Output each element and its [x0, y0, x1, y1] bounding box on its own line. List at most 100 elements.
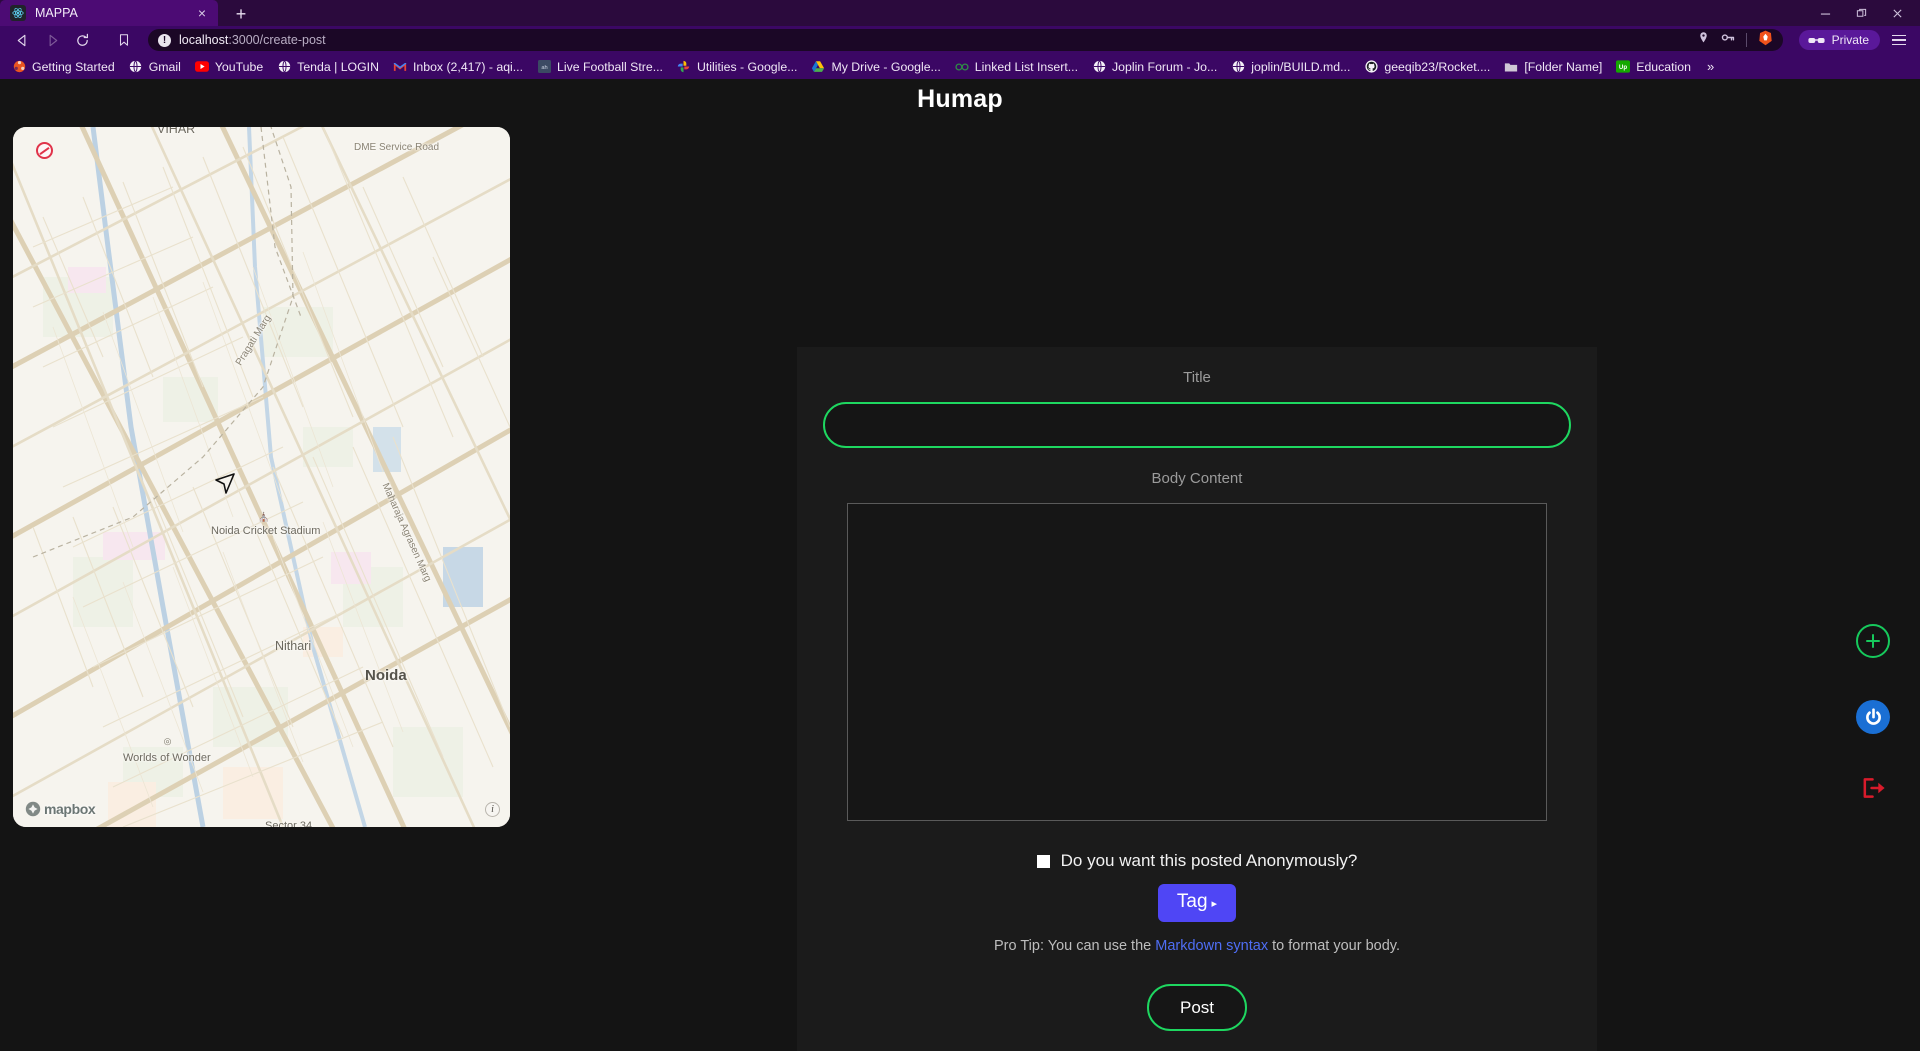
- url-bar-actions: [1697, 30, 1775, 51]
- url-bar[interactable]: ! localhost:3000/create-post: [148, 29, 1783, 51]
- create-post-form: Title Body Content Do you want this post…: [797, 347, 1597, 1051]
- bookmark-label: Getting Started: [32, 59, 115, 74]
- google-photos-icon: [677, 60, 691, 74]
- title-field-label: Title: [1183, 369, 1211, 386]
- bookmark-utilities[interactable]: Utilities - Google...: [671, 58, 803, 76]
- tab-title: MAPPA: [35, 6, 78, 20]
- brave-lion-icon[interactable]: [1758, 30, 1773, 51]
- browser-menu-icon[interactable]: [1886, 27, 1912, 53]
- browser-titlebar: MAPPA × +: [0, 0, 1920, 26]
- private-label: Private: [1831, 33, 1869, 47]
- bookmark-joplin-build[interactable]: joplin/BUILD.md...: [1225, 58, 1356, 76]
- react-atom-icon: [10, 5, 26, 21]
- map-card[interactable]: ⛪ DME Service Road VIHAR Pragati Marg No…: [13, 127, 510, 827]
- url-path: :3000/create-post: [228, 33, 326, 47]
- not-secure-icon: !: [158, 33, 171, 47]
- add-post-icon[interactable]: [1856, 624, 1890, 658]
- browser-tab[interactable]: MAPPA ×: [0, 0, 218, 26]
- youtube-icon: [194, 60, 209, 74]
- markdown-syntax-link[interactable]: Markdown syntax: [1155, 938, 1268, 954]
- metro-station-marker[interactable]: [36, 142, 53, 159]
- tag-button-label: Tag: [1176, 891, 1208, 912]
- bookmark-live-football[interactable]: ah Live Football Stre...: [531, 58, 669, 76]
- title-input[interactable]: [823, 402, 1571, 448]
- github-icon: [1364, 60, 1378, 74]
- logout-icon[interactable]: [1860, 776, 1887, 800]
- bookmark-icon[interactable]: [110, 27, 138, 53]
- app-header: Humap: [0, 79, 1920, 119]
- window-controls: [1808, 0, 1914, 26]
- bookmark-label: Gmail: [148, 59, 181, 74]
- maximize-icon[interactable]: [1844, 0, 1878, 26]
- bookmark-label: My Drive - Google...: [831, 59, 941, 74]
- map-tiles: [13, 127, 510, 827]
- gmail-icon: [393, 60, 407, 74]
- location-pin-icon[interactable]: [1697, 31, 1710, 49]
- close-tab-icon[interactable]: ×: [194, 6, 210, 20]
- bookmark-youtube[interactable]: YouTube: [189, 58, 269, 76]
- globe-icon: [1092, 60, 1106, 74]
- bookmark-geeqib23-rocket[interactable]: geeqib23/Rocket....: [1358, 58, 1496, 76]
- bookmark-getting-started[interactable]: Getting Started: [6, 58, 121, 76]
- bookmark-gmail[interactable]: Gmail: [123, 58, 187, 76]
- app-root: Humap ⛪ DME Service Road VIHAR Pragati M…: [0, 79, 1920, 1051]
- bookmark-linked-list[interactable]: Linked List Insert...: [949, 58, 1084, 76]
- upwork-icon: Up: [1616, 60, 1631, 74]
- close-window-icon[interactable]: [1880, 0, 1914, 26]
- globe-icon: [129, 60, 143, 74]
- url-text: localhost:3000/create-post: [179, 33, 1689, 47]
- globe-icon: [277, 60, 291, 74]
- bookmark-label: [Folder Name]: [1524, 59, 1603, 74]
- bookmarks-bar: Getting Started Gmail YouTube Tenda | LO…: [0, 54, 1920, 79]
- bookmark-label: Linked List Insert...: [974, 59, 1079, 74]
- power-icon[interactable]: [1856, 700, 1890, 734]
- browser-navbar: ! localhost:3000/create-post Private: [0, 26, 1920, 54]
- browser-chrome: MAPPA × + ! localhost:3000/create-post P…: [0, 0, 1920, 79]
- pro-tip-text: Pro Tip: You can use the Markdown syntax…: [994, 938, 1400, 954]
- minimize-icon[interactable]: [1808, 0, 1842, 26]
- reload-icon[interactable]: [68, 27, 96, 53]
- mapbox-attribution[interactable]: mapbox: [25, 801, 96, 817]
- svg-text:ah: ah: [541, 65, 547, 71]
- key-icon[interactable]: [1721, 31, 1735, 49]
- bookmark-my-drive[interactable]: My Drive - Google...: [805, 58, 946, 76]
- anonymous-label: Do you want this posted Anonymously?: [1060, 851, 1358, 870]
- tag-button[interactable]: Tag ▸: [1157, 884, 1237, 922]
- bookmark-inbox[interactable]: Inbox (2,417) - aqi...: [387, 58, 529, 76]
- map-label-vihar: VIHAR: [157, 127, 196, 136]
- new-tab-button[interactable]: +: [230, 5, 252, 23]
- map-label-worlds-of-wonder: Worlds of Wonder: [123, 752, 211, 764]
- post-button[interactable]: Post: [1147, 984, 1247, 1031]
- bookmark-tenda[interactable]: Tenda | LOGIN: [271, 58, 385, 76]
- pro-tip-suffix: to format your body.: [1268, 938, 1400, 954]
- floating-action-buttons: [1856, 624, 1890, 800]
- bookmark-joplin-forum[interactable]: Joplin Forum - Jo...: [1086, 58, 1223, 76]
- bookmarks-overflow-icon[interactable]: »: [1699, 59, 1722, 74]
- private-mode-badge[interactable]: Private: [1798, 30, 1880, 50]
- anonymous-checkbox[interactable]: [1036, 854, 1050, 868]
- back-icon[interactable]: [8, 27, 36, 53]
- bookmark-label: geeqib23/Rocket....: [1384, 59, 1491, 74]
- map-label-sector-34: Sector 34: [265, 820, 313, 827]
- pro-tip-prefix: Pro Tip: You can use the: [994, 938, 1156, 954]
- forward-icon[interactable]: [38, 27, 66, 53]
- body-content-textarea[interactable]: [847, 503, 1547, 821]
- url-host: localhost: [179, 33, 229, 47]
- attraction-pin-icon: ◎: [163, 736, 172, 746]
- bookmark-label: Live Football Stre...: [557, 59, 663, 74]
- mapbox-logo-icon: [25, 801, 41, 817]
- map-label-noida: Noida: [365, 667, 407, 684]
- folder-icon: [1504, 60, 1518, 74]
- bookmark-education[interactable]: Up Education: [1610, 58, 1697, 76]
- bookmark-label: joplin/BUILD.md...: [1251, 59, 1351, 74]
- map-info-icon[interactable]: i: [485, 802, 500, 817]
- mapbox-label: mapbox: [44, 801, 96, 817]
- app-body: ⛪ DME Service Road VIHAR Pragati Marg No…: [0, 119, 1920, 1051]
- generic-icon: ah: [537, 60, 551, 74]
- bookmark-label: Utilities - Google...: [696, 59, 798, 74]
- chevron-right-icon: ▸: [1211, 897, 1218, 910]
- bookmark-folder[interactable]: [Folder Name]: [1498, 58, 1608, 76]
- bookmark-label: Tenda | LOGIN: [297, 59, 379, 74]
- bookmark-label: YouTube: [214, 59, 264, 74]
- page-title: Humap: [917, 84, 1003, 113]
